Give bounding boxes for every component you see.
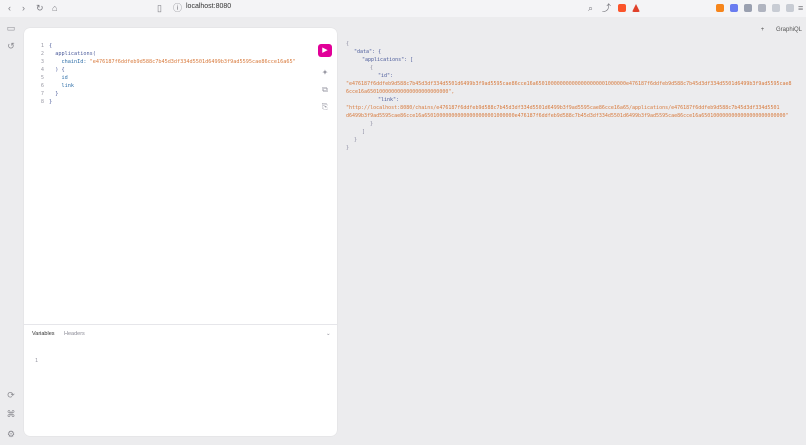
query-editor-pane: 1 {2 applications( 3 chainId: "e476187f6dd… bbox=[24, 28, 337, 436]
brave-shield-icon[interactable] bbox=[618, 4, 626, 12]
extension-icon[interactable] bbox=[730, 4, 738, 12]
line-number: 8 bbox=[40, 99, 44, 105]
bookmark-icon[interactable]: ▯ bbox=[157, 2, 162, 14]
extension-icon[interactable] bbox=[744, 4, 752, 12]
result-line: ] bbox=[362, 129, 366, 135]
menu-icon[interactable]: ≡ bbox=[798, 2, 803, 14]
settings-icon[interactable]: ⚙ bbox=[6, 429, 16, 439]
top-right-header: + GraphiQL bbox=[761, 27, 802, 33]
result-line: 6cce16a650100000000000000000000000", bbox=[346, 89, 455, 95]
result-line: "http://localhost:8080/chains/e476187f6d… bbox=[346, 105, 780, 111]
line-number: 1 bbox=[35, 358, 39, 364]
wallet-icon[interactable] bbox=[786, 4, 794, 12]
result-line: } bbox=[370, 121, 374, 127]
code-line: { bbox=[49, 43, 53, 49]
home-icon[interactable]: ⌂ bbox=[52, 2, 57, 14]
tab-headers[interactable]: Headers bbox=[64, 331, 85, 337]
copy-query-icon[interactable]: ⎘ bbox=[320, 102, 330, 112]
sidebar-toggle-icon[interactable] bbox=[772, 4, 780, 12]
code-line: ) { bbox=[49, 67, 65, 73]
merge-fragments-icon[interactable]: ⧉ bbox=[320, 85, 330, 95]
zoom-icon[interactable]: ⌕ bbox=[588, 2, 593, 14]
graphiql-logo-title: GraphiQL bbox=[775, 27, 802, 33]
shortcuts-icon[interactable]: ⌘ bbox=[6, 409, 16, 419]
result-line: "applications": [ bbox=[362, 57, 414, 63]
share-icon[interactable]: ⤴ bbox=[602, 2, 611, 14]
variables-editor[interactable]: 1 bbox=[24, 346, 337, 436]
line-number: 7 bbox=[40, 91, 44, 97]
result-line: } bbox=[346, 145, 350, 151]
code-line: chainId: "e476187f6ddfeb9d588c7b45d3df33… bbox=[49, 59, 296, 65]
result-line: "link": bbox=[378, 97, 400, 103]
line-number: 2 bbox=[40, 51, 44, 57]
forward-icon[interactable]: › bbox=[22, 2, 25, 14]
result-line: "data": { bbox=[354, 49, 382, 55]
code-line: applications( bbox=[49, 51, 96, 57]
reload-icon[interactable]: ↻ bbox=[36, 2, 44, 14]
line-number: 3 bbox=[40, 59, 44, 65]
download-icon[interactable] bbox=[758, 4, 766, 12]
chevron-down-icon[interactable]: ⌄ bbox=[326, 331, 331, 337]
refetch-schema-icon[interactable]: ⟳ bbox=[6, 390, 16, 400]
history-icon[interactable]: ↺ bbox=[6, 41, 16, 51]
result-line: { bbox=[346, 41, 350, 47]
prettify-icon[interactable]: ✦ bbox=[320, 68, 330, 78]
graphiql-app: ▭ ↺ ⟳ ⌘ ⚙ 1 {2 applications( 3 chainId: "e… bbox=[0, 17, 806, 445]
docs-icon[interactable]: ▭ bbox=[6, 23, 16, 33]
result-line: { bbox=[370, 65, 374, 71]
line-number: 6 bbox=[40, 83, 44, 89]
variables-header: Variables Headers ⌄ bbox=[24, 324, 337, 345]
result-line: "id": bbox=[378, 73, 394, 79]
line-number: 4 bbox=[40, 67, 44, 73]
brave-rewards-icon[interactable] bbox=[632, 4, 640, 12]
line-number: 1 bbox=[40, 43, 44, 49]
result-line: } bbox=[354, 137, 358, 143]
code-line: } bbox=[49, 99, 53, 105]
site-info-icon[interactable]: ⓘ bbox=[173, 2, 182, 14]
metamask-icon[interactable] bbox=[716, 4, 724, 12]
result-line: "e476187f6ddfeb9d588c7b45d3df334d5501d64… bbox=[346, 81, 792, 87]
sidebar: ▭ ↺ ⟳ ⌘ ⚙ bbox=[0, 17, 22, 445]
result-line: d6499b3f9ad5595cae86cce16a65010000000000… bbox=[346, 113, 789, 119]
add-tab-button[interactable]: + bbox=[761, 27, 765, 33]
line-number: 5 bbox=[40, 75, 44, 81]
code-line: link bbox=[49, 83, 74, 89]
tab-variables[interactable]: Variables bbox=[32, 331, 55, 337]
result-viewer[interactable]: { "data": { "applications": [ { "id": "e47618… bbox=[340, 40, 806, 440]
code-line: id bbox=[49, 75, 68, 81]
address-bar[interactable]: localhost:8080 bbox=[186, 3, 231, 10]
code-line: } bbox=[49, 91, 59, 97]
back-icon[interactable]: ‹ bbox=[8, 2, 11, 14]
browser-toolbar: ‹ › ↻ ⌂ ▯ ⓘ localhost:8080 ⌕ ⤴ ≡ bbox=[0, 0, 806, 18]
run-query-button[interactable]: ▶ bbox=[318, 44, 332, 57]
